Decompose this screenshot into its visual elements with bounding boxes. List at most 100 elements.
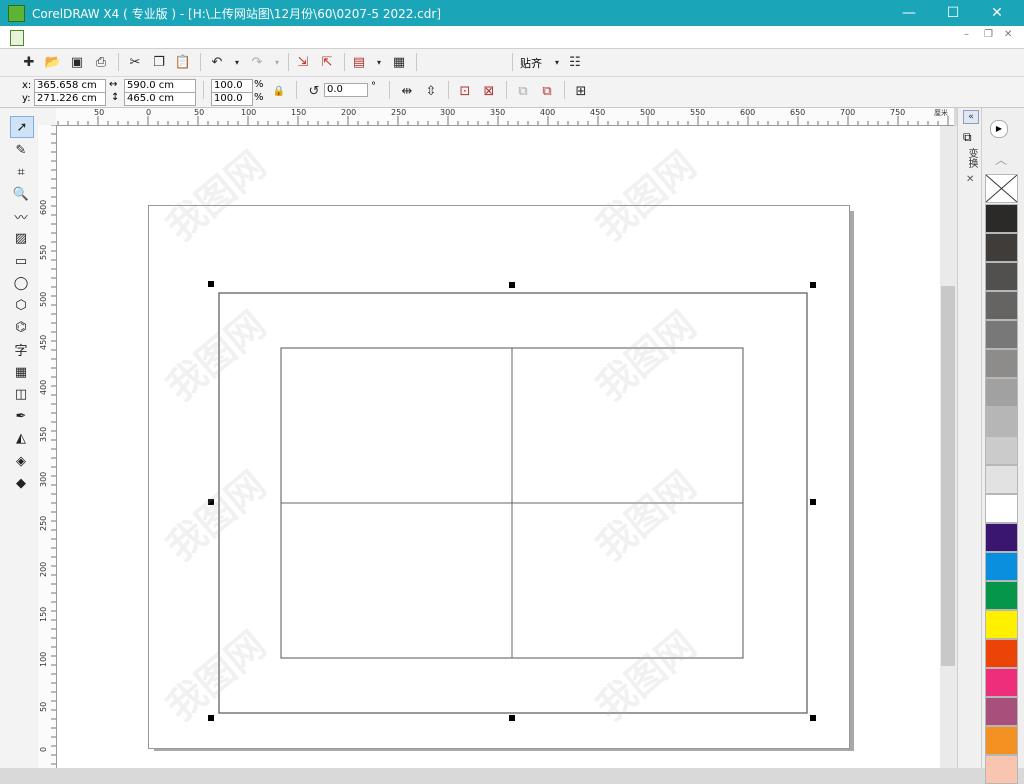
snap-dropdown-icon[interactable]: ▾ (548, 53, 566, 71)
scale-y-field[interactable]: 100.0 (211, 92, 253, 106)
interactive-blend-icon[interactable]: ◫ (10, 384, 32, 404)
y-position-field[interactable]: 271.226 cm (34, 92, 106, 106)
pick-tool-icon[interactable]: ➚ (10, 116, 34, 138)
object-height-field[interactable]: 465.0 cm (124, 92, 196, 106)
export-icon[interactable]: ⇱ (318, 53, 336, 71)
palette-scroll-up-icon[interactable]: ︿ (995, 151, 1007, 168)
rectangle-tool-icon[interactable]: ▭ (10, 251, 32, 271)
import-icon[interactable]: ⇲ (294, 53, 312, 71)
paste-icon[interactable]: 📋 (174, 53, 192, 71)
selection-handle[interactable] (810, 715, 816, 721)
x-position-field[interactable]: 365.658 cm (34, 79, 106, 93)
color-swatch[interactable] (985, 436, 1018, 465)
color-swatch[interactable] (985, 639, 1018, 668)
color-swatch[interactable] (985, 697, 1018, 726)
snap-to-button[interactable]: 贴齐 (520, 55, 542, 71)
color-swatch[interactable] (985, 581, 1018, 610)
new-icon[interactable]: ✚ (20, 53, 38, 71)
color-swatch[interactable] (985, 726, 1018, 755)
shape-tool-icon[interactable]: ✎ (10, 140, 32, 160)
outline-tool-icon[interactable]: ◭ (10, 428, 32, 448)
lock-ratio-icon[interactable]: 🔒 (270, 82, 288, 100)
freehand-tool-icon[interactable]: 〰 (10, 206, 32, 226)
scrollbar-thumb[interactable] (941, 286, 955, 666)
ellipse-tool-icon[interactable]: ◯ (10, 273, 32, 293)
doc-close-button[interactable]: ✕ (1004, 29, 1012, 40)
group-icon[interactable]: ⊡ (456, 82, 474, 100)
rotation-angle-field[interactable]: 0.0 (324, 83, 368, 97)
text-tool-icon[interactable]: 字 (10, 339, 32, 359)
transform-docker-tab[interactable]: 变换 (964, 148, 979, 168)
color-swatch[interactable] (985, 291, 1018, 320)
no-color-swatch[interactable] (985, 174, 1018, 203)
color-swatch[interactable] (985, 494, 1018, 523)
basic-shapes-icon[interactable]: ⌬ (10, 317, 32, 337)
vertical-ruler[interactable]: 600 550 500 450 400 350 300 250 200 150 … (38, 125, 57, 768)
selection-handle[interactable] (208, 281, 214, 287)
scale-x-field[interactable]: 100.0 (211, 79, 253, 93)
color-swatch[interactable] (985, 552, 1018, 581)
redo-icon[interactable]: ↷ (248, 53, 266, 71)
color-swatch[interactable] (985, 378, 1018, 407)
coreldraw-app-icon[interactable] (8, 5, 25, 22)
open-icon[interactable]: 📂 (44, 53, 62, 71)
color-swatch[interactable] (985, 349, 1018, 378)
color-swatch[interactable] (985, 668, 1018, 697)
eyedropper-icon[interactable]: ✒ (10, 406, 32, 426)
color-swatch[interactable] (985, 523, 1018, 552)
color-swatch[interactable] (985, 262, 1018, 291)
welcome-screen-icon[interactable]: ▦ (390, 53, 408, 71)
smart-fill-icon[interactable]: ▨ (10, 228, 32, 248)
undo-icon[interactable]: ↶ (208, 53, 226, 71)
maximize-button[interactable]: ☐ (930, 0, 976, 26)
mirror-horizontal-icon[interactable]: ⇹ (398, 82, 416, 100)
snap-options-icon[interactable]: ☷ (566, 53, 584, 71)
drawing-canvas[interactable]: 我图网 我图网 我图网 我图网 我图网 我图网 我图网 我图网 (57, 126, 940, 768)
horizontal-ruler[interactable]: 50 0 50 100 150 200 250 300 350 400 450 … (56, 108, 954, 126)
docker-close-icon[interactable]: ✕ (966, 174, 974, 185)
doc-restore-button[interactable]: ❐ (984, 29, 993, 40)
zoom-tool-icon[interactable]: 🔍 (10, 184, 32, 204)
print-icon[interactable]: ⎙ (92, 53, 110, 71)
color-swatch[interactable] (985, 610, 1018, 639)
color-swatch[interactable] (985, 755, 1018, 784)
mirror-vertical-icon[interactable]: ⇳ (422, 82, 440, 100)
color-swatch[interactable] (985, 233, 1018, 262)
transform-docker-icon[interactable]: ⧉ (963, 130, 972, 145)
cut-icon[interactable]: ✂ (126, 53, 144, 71)
color-swatch[interactable] (985, 407, 1018, 436)
selection-handle[interactable] (509, 715, 515, 721)
vertical-scrollbar[interactable] (940, 126, 957, 768)
break-apart-icon[interactable]: ⧉ (538, 82, 556, 100)
doc-minimize-button[interactable]: – (964, 29, 969, 40)
launcher-dropdown-icon[interactable]: ▾ (370, 53, 388, 71)
color-swatch[interactable] (985, 204, 1018, 233)
redo-dropdown-icon[interactable]: ▾ (268, 53, 286, 71)
collapse-docker-icon[interactable]: « (963, 110, 979, 124)
object-width-field[interactable]: 590.0 cm (124, 79, 196, 93)
ruler-origin[interactable] (38, 108, 57, 126)
color-swatch[interactable] (985, 465, 1018, 494)
selection-handle[interactable] (208, 715, 214, 721)
selection-handle[interactable] (810, 499, 816, 505)
copy-icon[interactable]: ❐ (150, 53, 168, 71)
combine-icon[interactable]: ⧉ (514, 82, 532, 100)
application-launcher-icon[interactable]: ▤ (350, 53, 368, 71)
fill-tool-icon[interactable]: ◈ (10, 451, 32, 471)
crop-tool-icon[interactable]: ⌗ (10, 162, 32, 182)
convert-to-curves-icon[interactable]: ⊞ (572, 82, 590, 100)
undo-dropdown-icon[interactable]: ▾ (228, 53, 246, 71)
selection-handle[interactable] (208, 499, 214, 505)
minimize-button[interactable]: — (886, 0, 932, 26)
carpet-artwork[interactable] (57, 126, 940, 768)
palette-menu-icon[interactable]: ▶ (990, 120, 1008, 138)
ungroup-icon[interactable]: ⊠ (480, 82, 498, 100)
selection-handle[interactable] (509, 282, 515, 288)
table-tool-icon[interactable]: ▦ (10, 362, 32, 382)
interactive-fill-icon[interactable]: ◆ (10, 473, 32, 493)
color-swatch[interactable] (985, 320, 1018, 349)
document-icon[interactable] (10, 30, 24, 46)
selection-handle[interactable] (810, 282, 816, 288)
polygon-tool-icon[interactable]: ⬡ (10, 295, 32, 315)
close-button[interactable]: ✕ (974, 0, 1020, 26)
